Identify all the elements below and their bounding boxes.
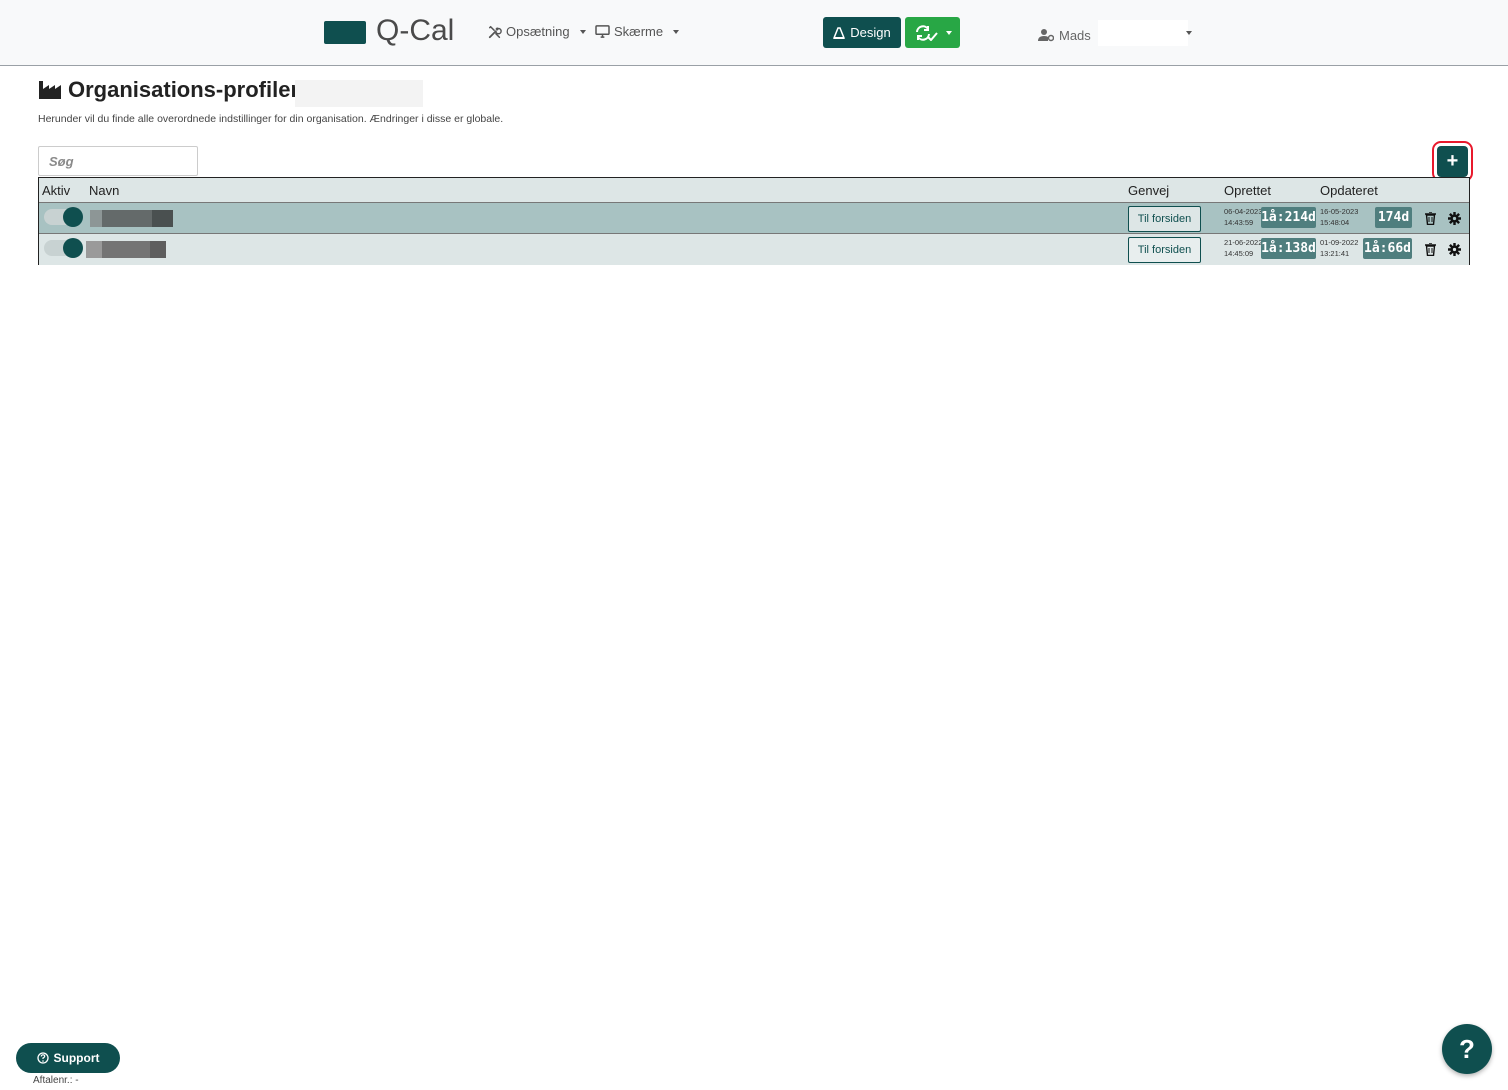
updated-timestamp: 01-09-2022 13:21:41 (1320, 238, 1358, 258)
gear-icon[interactable] (1447, 241, 1461, 257)
sync-dropdown-button[interactable] (905, 17, 960, 48)
nav-menu-skaerme[interactable]: Skærme (595, 24, 680, 39)
user-name-redacted (1097, 20, 1188, 46)
question-circle-icon (36, 1052, 49, 1064)
user-name: Mads (1059, 27, 1091, 43)
sync-check-icon (915, 24, 938, 41)
trash-icon[interactable] (1423, 210, 1437, 226)
user-settings-icon (1038, 29, 1054, 42)
user-menu[interactable]: Mads (1038, 20, 1188, 46)
support-button[interactable]: Support (16, 1043, 120, 1073)
shortcut-button[interactable]: Til forsiden (1128, 237, 1201, 263)
toggle-knob (63, 207, 83, 227)
top-navbar: Q-Cal Opsætning Skærme Design Mads (0, 0, 1508, 66)
active-toggle[interactable] (44, 238, 83, 258)
column-header-aktiv[interactable]: Aktiv (42, 183, 70, 198)
ruler-pencil-icon (833, 26, 846, 39)
table-header: Aktiv Navn Genvej Oprettet Opdateret (39, 178, 1469, 203)
profiles-table: Aktiv Navn Genvej Oprettet Opdateret Til… (38, 177, 1470, 265)
help-button[interactable]: ? (1442, 1024, 1492, 1074)
factory-icon (39, 81, 61, 99)
support-button-label: Support (53, 1051, 100, 1065)
updated-age-badge: 174d (1375, 207, 1412, 228)
shortcut-button[interactable]: Til forsiden (1128, 206, 1201, 232)
chevron-down-icon (673, 29, 680, 34)
page-title-text: Organisations-profiler: (68, 77, 307, 102)
column-header-oprettet[interactable]: Oprettet (1224, 183, 1271, 198)
app-logo-text[interactable]: Q-Cal (376, 14, 454, 48)
column-header-genvej[interactable]: Genvej (1128, 183, 1169, 198)
logo-icon[interactable] (324, 21, 366, 44)
created-age-badge: 1å:138d (1261, 238, 1316, 259)
chevron-down-icon (1186, 31, 1192, 35)
design-button-label: Design (850, 25, 891, 40)
table-row[interactable]: Til forsiden 21-06-2022 14:45:09 1å:138d… (39, 234, 1469, 265)
trash-icon[interactable] (1423, 241, 1437, 257)
chevron-down-icon (945, 30, 952, 35)
profile-name-redacted (86, 241, 166, 258)
column-header-opdateret[interactable]: Opdateret (1320, 183, 1378, 198)
nav-menu-label: Opsætning (506, 24, 570, 39)
column-header-navn[interactable]: Navn (89, 183, 119, 198)
toggle-knob (63, 238, 83, 258)
created-age-badge: 1å:214d (1261, 207, 1316, 228)
profile-name-redacted (90, 210, 173, 227)
design-button[interactable]: Design (823, 17, 901, 48)
active-toggle[interactable] (44, 207, 83, 227)
created-timestamp: 06-04-2023 14:43:59 (1224, 207, 1262, 227)
gear-icon[interactable] (1447, 210, 1461, 226)
monitor-icon (595, 25, 610, 38)
tools-icon (488, 25, 502, 38)
created-timestamp: 21-06-2022 14:45:09 (1224, 238, 1262, 258)
nav-menu-label: Skærme (614, 24, 664, 39)
table-row[interactable]: Til forsiden 06-04-2023 14:43:59 1å:214d… (39, 203, 1469, 234)
nav-menu-opsaetning[interactable]: Opsætning (488, 24, 586, 39)
page-title: Organisations-profiler: (38, 77, 306, 103)
updated-age-badge: 1å:66d (1363, 238, 1412, 259)
updated-timestamp: 16-05-2023 15:48:04 (1320, 207, 1358, 227)
add-profile-button[interactable]: + (1437, 146, 1468, 177)
search-input[interactable] (38, 146, 198, 176)
organisation-name-redacted (295, 80, 423, 107)
chevron-down-icon (579, 29, 586, 34)
agreement-number: Aftalenr.: - (33, 1075, 79, 1086)
page-description: Herunder vil du finde alle overordnede i… (38, 113, 504, 125)
